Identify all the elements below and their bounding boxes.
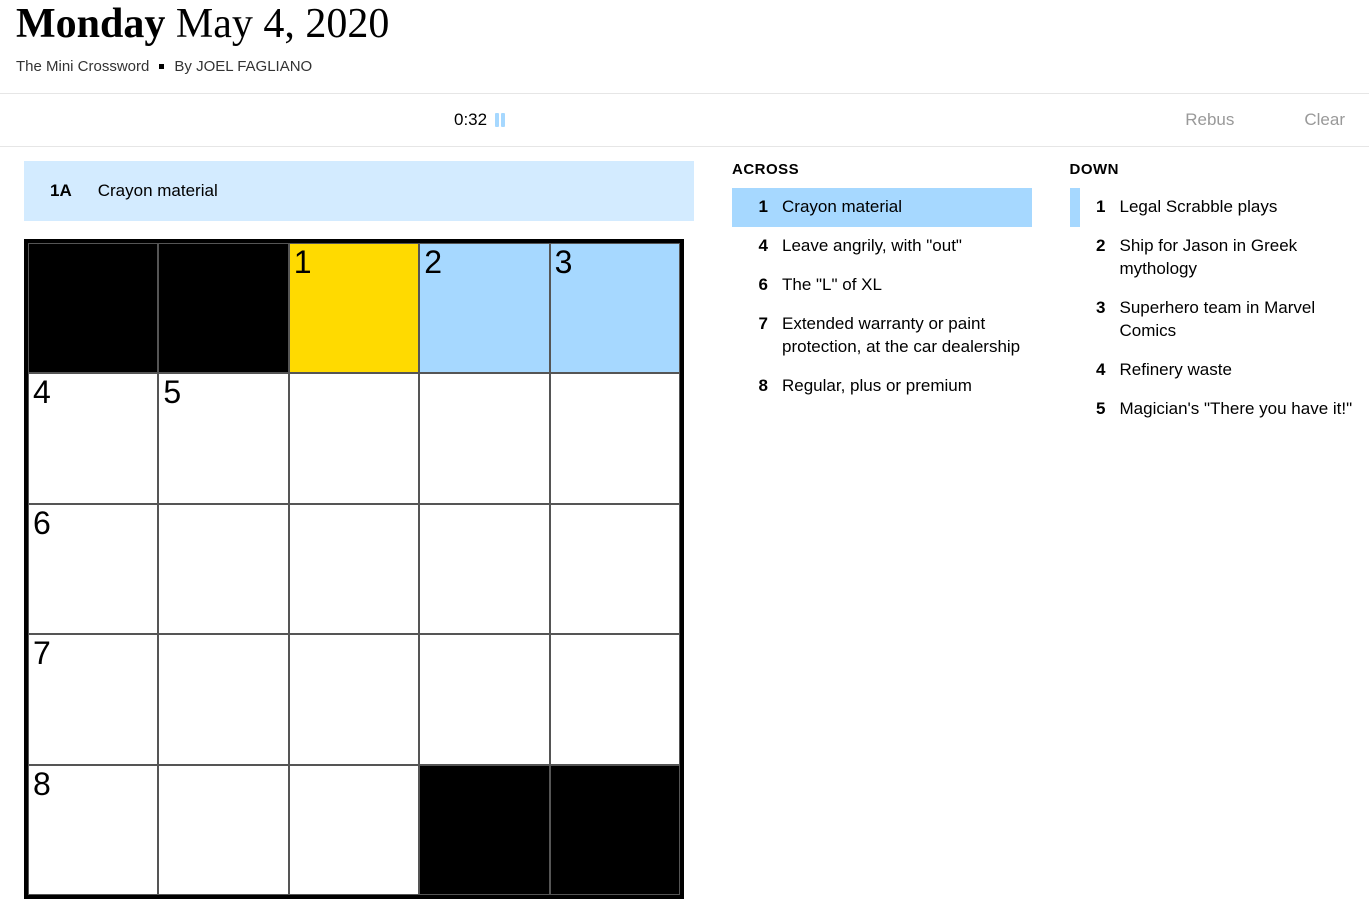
current-clue-text: Crayon material	[98, 181, 218, 201]
separator-icon	[159, 64, 164, 69]
cell-number: 6	[33, 505, 51, 542]
clue-down-3[interactable]: 3 Superhero team in Marvel Comics	[1070, 289, 1369, 351]
cell-number: 1	[294, 244, 312, 281]
clue-number: 2	[1080, 235, 1106, 281]
cell-number: 5	[163, 374, 181, 411]
cell-number: 2	[424, 244, 442, 281]
clue-text: The "L" of XL	[782, 274, 1022, 297]
clue-number: 3	[1080, 297, 1106, 343]
crossword-grid[interactable]: 1 2 3 4 5 6 7 8	[24, 239, 684, 899]
clue-number: 5	[1080, 398, 1106, 421]
grid-cell[interactable]: 1	[289, 243, 419, 373]
grid-cell[interactable]	[550, 504, 680, 634]
clue-across-4[interactable]: 4 Leave angrily, with "out"	[732, 227, 1032, 266]
cell-number: 8	[33, 766, 51, 803]
grid-cell[interactable]: 8	[28, 765, 158, 895]
clue-number: 7	[742, 313, 768, 359]
clue-number: 4	[1080, 359, 1106, 382]
byline: By JOEL FAGLIANO	[174, 58, 312, 75]
grid-cell[interactable]	[289, 373, 419, 503]
toolbar: 0:32 Rebus Clear	[0, 93, 1369, 147]
down-heading: DOWN	[1070, 161, 1369, 178]
grid-cell-black	[550, 765, 680, 895]
clue-text: Superhero team in Marvel Comics	[1120, 297, 1360, 343]
title-day: Monday	[16, 1, 165, 47]
clue-text: Crayon material	[782, 196, 1022, 219]
clue-number: 1	[1080, 196, 1106, 219]
clue-down-4[interactable]: 4 Refinery waste	[1070, 351, 1369, 390]
clue-text: Regular, plus or premium	[782, 375, 1022, 398]
grid-cell-black	[158, 243, 288, 373]
grid-cell[interactable]	[158, 634, 288, 764]
cell-number: 3	[555, 244, 573, 281]
clear-button[interactable]: Clear	[1304, 110, 1345, 130]
clue-text: Legal Scrabble plays	[1120, 196, 1360, 219]
grid-cell[interactable]	[550, 634, 680, 764]
grid-cell[interactable]	[419, 634, 549, 764]
clue-text: Extended warranty or paint protection, a…	[782, 313, 1022, 359]
grid-cell[interactable]	[289, 765, 419, 895]
clue-across-7[interactable]: 7 Extended warranty or paint protection, …	[732, 305, 1032, 367]
clue-number: 1	[742, 196, 768, 219]
grid-cell[interactable]	[419, 373, 549, 503]
grid-cell[interactable]: 5	[158, 373, 288, 503]
clue-across-8[interactable]: 8 Regular, plus or premium	[732, 367, 1032, 406]
clue-number: 4	[742, 235, 768, 258]
page-title: Monday May 4, 2020	[16, 0, 1353, 48]
across-heading: ACROSS	[732, 161, 1032, 178]
grid-cell[interactable]: 2	[419, 243, 549, 373]
clue-text: Refinery waste	[1120, 359, 1360, 382]
grid-cell[interactable]: 6	[28, 504, 158, 634]
current-clue-number: 1A	[50, 181, 72, 201]
header: Monday May 4, 2020 The Mini Crossword By…	[0, 0, 1369, 93]
clue-text: Leave angrily, with "out"	[782, 235, 1022, 258]
pause-icon[interactable]	[495, 113, 505, 127]
title-date: May 4, 2020	[176, 1, 390, 47]
clue-across-6[interactable]: 6 The "L" of XL	[732, 266, 1032, 305]
down-list: DOWN 1 Legal Scrabble plays 2 Ship for Jaso…	[1070, 161, 1369, 899]
current-clue-bar[interactable]: 1A Crayon material	[24, 161, 694, 221]
grid-cell[interactable]	[289, 504, 419, 634]
across-list: ACROSS 1 Crayon material 4 Leave angrily, w…	[732, 161, 1032, 899]
clue-across-1[interactable]: 1 Crayon material	[732, 188, 1032, 227]
grid-cell[interactable]: 3	[550, 243, 680, 373]
clue-number: 8	[742, 375, 768, 398]
clue-text: Magician's "There you have it!"	[1120, 398, 1360, 421]
grid-cell[interactable]	[550, 373, 680, 503]
clue-number: 6	[742, 274, 768, 297]
grid-cell-black	[419, 765, 549, 895]
grid-cell[interactable]	[158, 765, 288, 895]
timer-value: 0:32	[454, 110, 487, 130]
puzzle-name: The Mini Crossword	[16, 58, 149, 75]
grid-cell-black	[28, 243, 158, 373]
grid-cell[interactable]: 4	[28, 373, 158, 503]
grid-cell[interactable]	[158, 504, 288, 634]
grid-cell[interactable]	[289, 634, 419, 764]
cell-number: 7	[33, 635, 51, 672]
cell-number: 4	[33, 374, 51, 411]
clue-text: Ship for Jason in Greek mythology	[1120, 235, 1360, 281]
timer[interactable]: 0:32	[454, 110, 505, 130]
subtitle: The Mini Crossword By JOEL FAGLIANO	[16, 58, 1353, 75]
clue-down-1[interactable]: 1 Legal Scrabble plays	[1070, 188, 1369, 227]
clue-down-2[interactable]: 2 Ship for Jason in Greek mythology	[1070, 227, 1369, 289]
grid-cell[interactable]: 7	[28, 634, 158, 764]
clue-down-5[interactable]: 5 Magician's "There you have it!"	[1070, 390, 1369, 429]
grid-cell[interactable]	[419, 504, 549, 634]
rebus-button[interactable]: Rebus	[1185, 110, 1234, 130]
